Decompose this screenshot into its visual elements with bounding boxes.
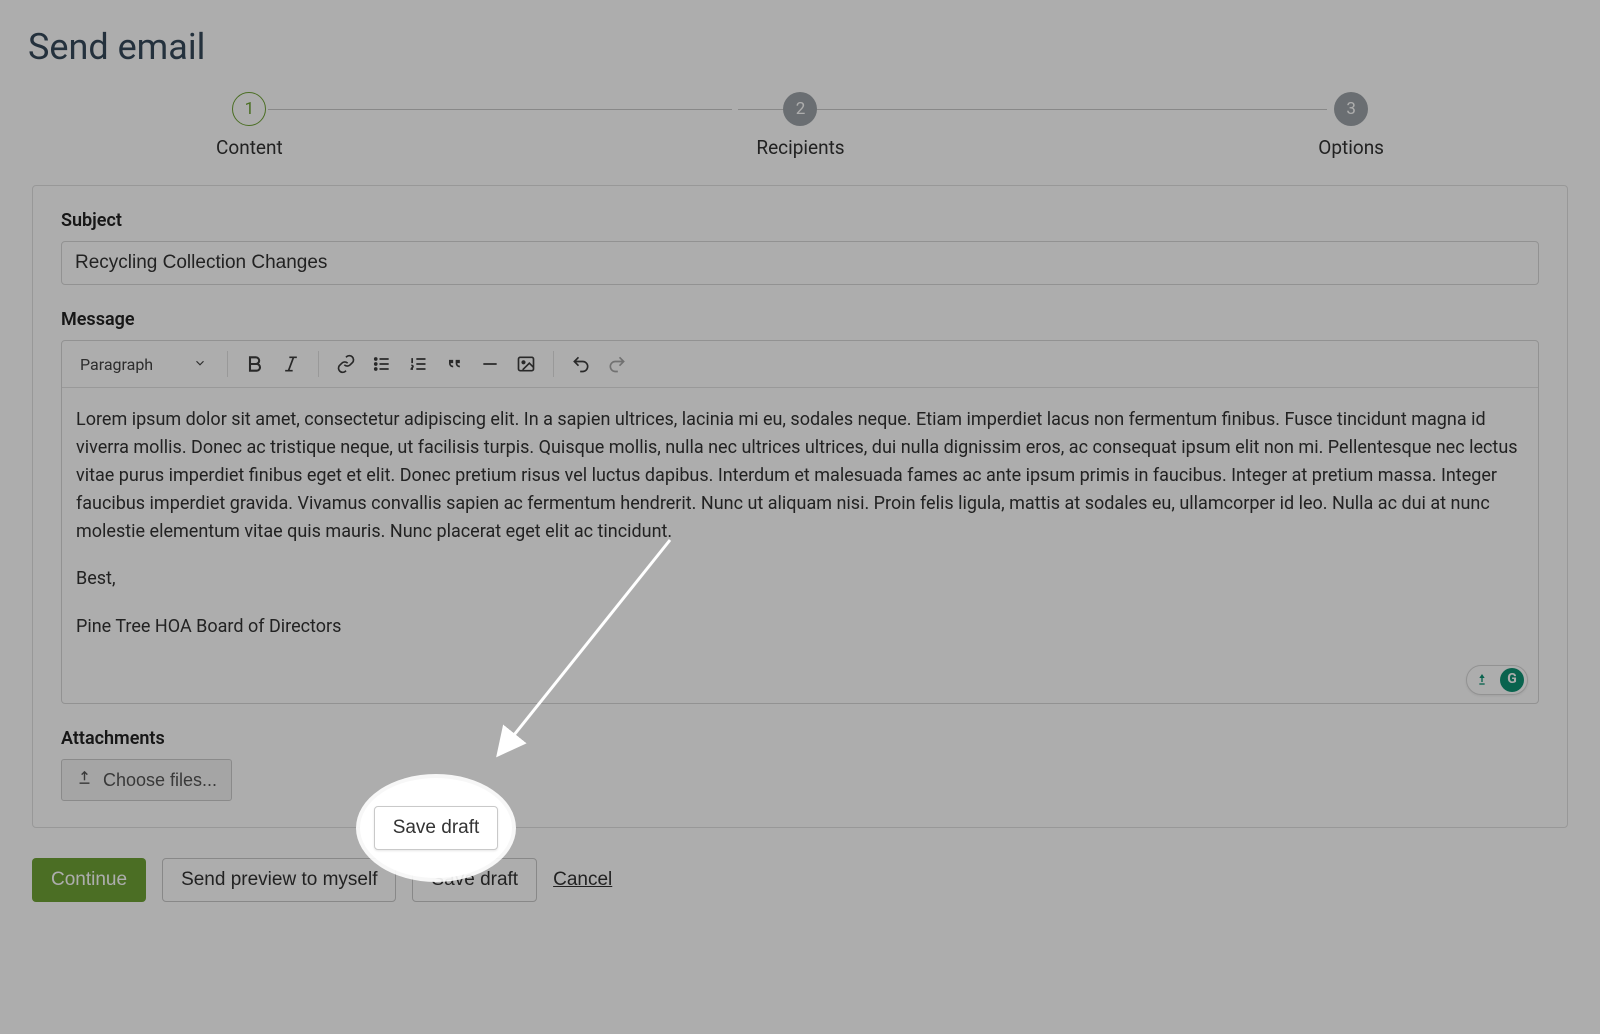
upload-icon — [76, 769, 93, 791]
subject-section: Subject — [61, 210, 1539, 285]
grammarly-upgrade-icon[interactable] — [1470, 668, 1494, 692]
step-label: Options — [1318, 136, 1384, 159]
grammarly-widget[interactable]: G — [1466, 665, 1528, 695]
rich-text-editor: Paragraph — [61, 340, 1539, 704]
wizard-step-content[interactable]: 1 Content — [216, 92, 283, 159]
toolbar-separator — [318, 351, 319, 377]
format-selector-label: Paragraph — [80, 355, 153, 374]
image-button[interactable] — [509, 347, 543, 381]
stepper-connector — [268, 109, 732, 110]
save-draft-button[interactable]: Save draft — [374, 806, 499, 850]
wizard-step-recipients[interactable]: 2 Recipients — [756, 92, 844, 159]
attachments-section: Attachments Choose files... — [61, 728, 1539, 801]
wizard-stepper: 1 Content 2 Recipients 3 Options — [28, 92, 1572, 159]
toolbar-separator — [553, 351, 554, 377]
step-label: Recipients — [756, 136, 844, 159]
numbered-list-button[interactable] — [401, 347, 435, 381]
format-selector[interactable]: Paragraph — [70, 351, 217, 378]
redo-button[interactable] — [600, 347, 634, 381]
bold-button[interactable] — [238, 347, 272, 381]
step-number: 3 — [1334, 92, 1368, 126]
chevron-down-icon — [193, 355, 207, 374]
spotlight-highlight: Save draft — [360, 778, 512, 878]
wizard-step-options[interactable]: 3 Options — [1318, 92, 1384, 159]
step-number: 1 — [232, 92, 266, 126]
action-bar: Continue Send preview to myself Save dra… — [32, 858, 1568, 902]
subject-input[interactable] — [61, 241, 1539, 285]
message-paragraph: Pine Tree HOA Board of Directors — [76, 613, 1524, 641]
undo-button[interactable] — [564, 347, 598, 381]
toolbar-separator — [227, 351, 228, 377]
grammarly-status-icon[interactable]: G — [1500, 668, 1524, 692]
step-label: Content — [216, 136, 283, 159]
message-body[interactable]: Lorem ipsum dolor sit amet, consectetur … — [62, 388, 1538, 703]
editor-toolbar: Paragraph — [62, 341, 1538, 388]
bullet-list-button[interactable] — [365, 347, 399, 381]
blockquote-button[interactable] — [437, 347, 471, 381]
italic-button[interactable] — [274, 347, 308, 381]
attachments-label: Attachments — [61, 728, 1539, 749]
horizontal-rule-button[interactable] — [473, 347, 507, 381]
subject-label: Subject — [61, 210, 1539, 231]
choose-files-button[interactable]: Choose files... — [61, 759, 232, 801]
message-label: Message — [61, 309, 1539, 330]
content-panel: Subject Message Paragraph — [32, 185, 1568, 828]
message-paragraph: Best, — [76, 565, 1524, 593]
send-preview-button[interactable]: Send preview to myself — [162, 858, 396, 902]
link-button[interactable] — [329, 347, 363, 381]
page-title: Send email — [28, 26, 1572, 68]
continue-button[interactable]: Continue — [32, 858, 146, 902]
choose-files-label: Choose files... — [103, 770, 217, 791]
message-paragraph: Lorem ipsum dolor sit amet, consectetur … — [76, 406, 1524, 545]
step-number: 2 — [783, 92, 817, 126]
cancel-link[interactable]: Cancel — [553, 869, 612, 891]
message-section: Message Paragraph — [61, 309, 1539, 704]
